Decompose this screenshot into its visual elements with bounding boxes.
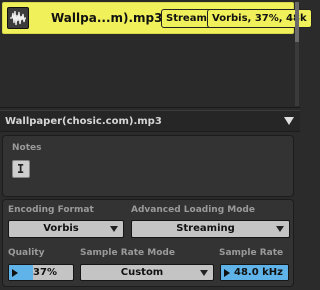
encoding-format-dropdown[interactable]: Vorbis (8, 220, 124, 238)
quality-slider[interactable]: 37% (8, 264, 74, 281)
scrollbar-thumb[interactable] (295, 2, 299, 42)
file-list-item[interactable]: Wallpa...m).mp3 Stream Vorbis, 37%, 48k (2, 2, 312, 34)
chevron-down-icon (276, 226, 284, 232)
quality-label: Quality (8, 248, 45, 258)
sample-rate-mode-label: Sample Rate Mode (80, 248, 175, 258)
sample-rate-value: 48.0 kHz (234, 267, 283, 278)
sample-rate-field[interactable]: 48.0 kHz (220, 264, 289, 281)
loading-mode-label: Advanced Loading Mode (131, 205, 255, 215)
asset-title: Wallpaper(chosic.com).mp3 (5, 116, 162, 127)
chevron-down-icon (200, 270, 208, 276)
asset-title-bar: Wallpaper(chosic.com).mp3 (0, 110, 300, 132)
loading-mode-dropdown[interactable]: Streaming (131, 220, 290, 238)
sample-rate-mode-value: Custom (120, 267, 164, 278)
file-list-panel: Wallpa...m).mp3 Stream Vorbis, 37%, 48k (0, 0, 312, 108)
chevron-down-icon (110, 226, 118, 232)
stream-badge: Stream (161, 9, 212, 28)
notes-section: Notes I (2, 135, 294, 197)
sample-rate-label: Sample Rate (219, 248, 284, 258)
import-settings-panel: Encoding Format Vorbis Advanced Loading … (2, 199, 294, 287)
encoding-format-label: Encoding Format (8, 205, 94, 215)
encoding-format-value: Vorbis (43, 223, 79, 234)
sample-rate-mode-dropdown[interactable]: Custom (80, 264, 214, 281)
audio-waveform-icon (7, 7, 29, 29)
quality-value: 37% (33, 267, 57, 278)
loading-mode-value: Streaming (176, 223, 235, 234)
notes-label: Notes (12, 143, 42, 153)
collapse-arrow-icon[interactable] (284, 117, 294, 125)
file-name: Wallpa...m).mp3 (51, 11, 163, 25)
notes-text-cursor-icon[interactable]: I (12, 160, 30, 178)
